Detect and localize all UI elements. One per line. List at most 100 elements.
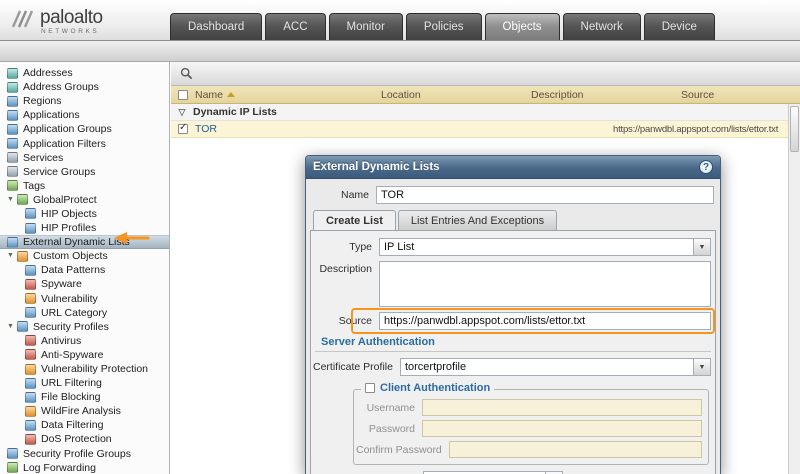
chevron-down-icon[interactable]: ▼ bbox=[693, 359, 710, 375]
dos-protection-icon bbox=[25, 434, 36, 445]
data-filtering-icon bbox=[25, 420, 36, 431]
description-label: Description bbox=[313, 261, 379, 275]
column-header-name[interactable]: Name bbox=[195, 89, 381, 101]
url-category-icon bbox=[25, 307, 36, 318]
sidebar-item-globalprotect[interactable]: ▼GlobalProtect bbox=[0, 193, 169, 207]
type-row: Type IP List ▼ bbox=[313, 238, 713, 256]
sidebar-item-application-filters[interactable]: Application Filters bbox=[0, 136, 169, 150]
sidebar-item-application-groups[interactable]: Application Groups bbox=[0, 122, 169, 136]
sidebar-item-data-filtering[interactable]: Data Filtering bbox=[0, 418, 169, 432]
sidebar-item-label: HIP Profiles bbox=[41, 222, 96, 234]
sidebar: Addresses Address Groups Regions Applica… bbox=[0, 62, 170, 474]
select-all-checkbox[interactable] bbox=[178, 90, 188, 100]
sidebar-item-vulnerability-protection[interactable]: Vulnerability Protection bbox=[0, 362, 169, 376]
application-groups-icon bbox=[7, 124, 18, 135]
tab-policies[interactable]: Policies bbox=[406, 13, 482, 40]
sidebar-item-services[interactable]: Services bbox=[0, 151, 169, 165]
select-all-cell bbox=[171, 90, 195, 100]
client-authentication-checkbox[interactable] bbox=[365, 383, 375, 393]
sidebar-item-file-blocking[interactable]: File Blocking bbox=[0, 390, 169, 404]
sidebar-item-security-profile-groups[interactable]: Security Profile Groups bbox=[0, 447, 169, 461]
table-row[interactable]: TOR https://panwdbl.appspot.com/lists/et… bbox=[171, 121, 800, 138]
sidebar-item-wildfire-analysis[interactable]: WildFire Analysis bbox=[0, 404, 169, 418]
sidebar-item-label: Security Profiles bbox=[33, 321, 109, 333]
certificate-profile-dropdown[interactable]: torcertprofile ▼ bbox=[400, 358, 711, 376]
sidebar-item-tags[interactable]: Tags bbox=[0, 179, 169, 193]
tab-acc[interactable]: ACC bbox=[265, 13, 325, 40]
help-icon[interactable]: ? bbox=[699, 160, 713, 174]
sidebar-item-security-profiles[interactable]: ▼ Security Profiles bbox=[0, 320, 169, 334]
tab-device[interactable]: Device bbox=[644, 13, 715, 40]
sidebar-item-label: Spyware bbox=[41, 278, 82, 290]
sidebar-item-label: Addresses bbox=[23, 67, 73, 79]
services-icon bbox=[7, 152, 18, 163]
password-input bbox=[422, 420, 702, 437]
vertical-scrollbar[interactable] bbox=[788, 104, 800, 474]
sidebar-item-service-groups[interactable]: Service Groups bbox=[0, 165, 169, 179]
tab-objects[interactable]: Objects bbox=[485, 13, 560, 40]
column-header-label: Name bbox=[195, 89, 223, 101]
column-header-source[interactable]: Source bbox=[681, 89, 800, 101]
username-row: Username bbox=[356, 399, 706, 416]
certificate-profile-label: Certificate Profile bbox=[313, 361, 400, 373]
client-authentication-group: Client Authentication Username Password … bbox=[353, 389, 709, 465]
collapse-arrow-icon[interactable]: ▼ bbox=[7, 251, 17, 261]
sidebar-item-log-forwarding[interactable]: Log Forwarding bbox=[0, 461, 169, 474]
sidebar-item-label: URL Filtering bbox=[41, 377, 102, 389]
row-checkbox-cell bbox=[171, 124, 195, 134]
client-authentication-legend: Client Authentication bbox=[361, 382, 494, 394]
collapse-arrow-icon[interactable]: ▼ bbox=[7, 195, 17, 205]
sidebar-item-vulnerability[interactable]: Vulnerability bbox=[0, 292, 169, 306]
type-dropdown[interactable]: IP List ▼ bbox=[379, 238, 711, 256]
sidebar-item-regions[interactable]: Regions bbox=[0, 94, 169, 108]
data-patterns-icon bbox=[25, 265, 36, 276]
log-forwarding-icon bbox=[7, 462, 18, 473]
group-row-label: Dynamic IP Lists bbox=[193, 106, 277, 118]
sidebar-item-addresses[interactable]: Addresses bbox=[0, 66, 169, 80]
sidebar-item-hip-objects[interactable]: HIP Objects bbox=[0, 207, 169, 221]
chevron-down-icon[interactable]: ▼ bbox=[693, 239, 710, 255]
group-collapse-icon[interactable]: ▽ bbox=[171, 107, 193, 118]
address-groups-icon bbox=[7, 82, 18, 93]
sidebar-item-antivirus[interactable]: Antivirus bbox=[0, 334, 169, 348]
top-bar: paloalto NETWORKS Dashboard ACC Monitor … bbox=[0, 0, 800, 40]
sidebar-item-anti-spyware[interactable]: Anti-Spyware bbox=[0, 348, 169, 362]
tab-list-entries-and-exceptions[interactable]: List Entries And Exceptions bbox=[398, 210, 557, 230]
search-icon[interactable] bbox=[177, 65, 195, 83]
sidebar-item-custom-objects[interactable]: ▼Custom Objects bbox=[0, 249, 169, 263]
dialog-body: Name Create List List Entries And Except… bbox=[306, 179, 720, 474]
tab-network[interactable]: Network bbox=[563, 13, 641, 40]
scrollbar-thumb[interactable] bbox=[790, 106, 799, 152]
sidebar-item-address-groups[interactable]: Address Groups bbox=[0, 80, 169, 94]
sidebar-item-url-filtering[interactable]: URL Filtering bbox=[0, 376, 169, 390]
service-groups-icon bbox=[7, 166, 18, 177]
external-dynamic-lists-dialog: External Dynamic Lists ? Name Create Lis… bbox=[305, 155, 721, 474]
sidebar-item-spyware[interactable]: Spyware bbox=[0, 277, 169, 291]
sidebar-item-url-category[interactable]: URL Category bbox=[0, 306, 169, 320]
sidebar-item-dos-protection[interactable]: DoS Protection bbox=[0, 432, 169, 446]
wildfire-analysis-icon bbox=[25, 406, 36, 417]
tab-create-list[interactable]: Create List bbox=[313, 210, 396, 230]
globalprotect-icon bbox=[17, 194, 28, 205]
tab-monitor[interactable]: Monitor bbox=[329, 13, 403, 40]
description-textarea[interactable] bbox=[379, 261, 711, 307]
spyware-icon bbox=[25, 279, 36, 290]
column-header-location[interactable]: Location bbox=[381, 89, 531, 101]
sidebar-item-label: Application Filters bbox=[23, 138, 106, 150]
sidebar-item-applications[interactable]: Applications bbox=[0, 108, 169, 122]
type-label: Type bbox=[313, 241, 379, 253]
hip-objects-icon bbox=[25, 208, 36, 219]
source-input[interactable] bbox=[379, 312, 711, 330]
tab-dashboard[interactable]: Dashboard bbox=[170, 13, 262, 40]
source-label: Source bbox=[313, 315, 379, 327]
collapse-arrow-icon[interactable]: ▼ bbox=[7, 322, 17, 332]
column-header-description[interactable]: Description bbox=[531, 89, 681, 101]
row-name-link[interactable]: TOR bbox=[195, 123, 381, 135]
row-checkbox[interactable] bbox=[178, 124, 188, 134]
group-row[interactable]: ▽ Dynamic IP Lists bbox=[171, 104, 800, 121]
vulnerability-protection-icon bbox=[25, 364, 36, 375]
sidebar-item-data-patterns[interactable]: Data Patterns bbox=[0, 263, 169, 277]
dialog-titlebar: External Dynamic Lists ? bbox=[306, 156, 720, 179]
nav-tabs: Dashboard ACC Monitor Policies Objects N… bbox=[170, 13, 715, 40]
name-input[interactable] bbox=[376, 186, 714, 204]
